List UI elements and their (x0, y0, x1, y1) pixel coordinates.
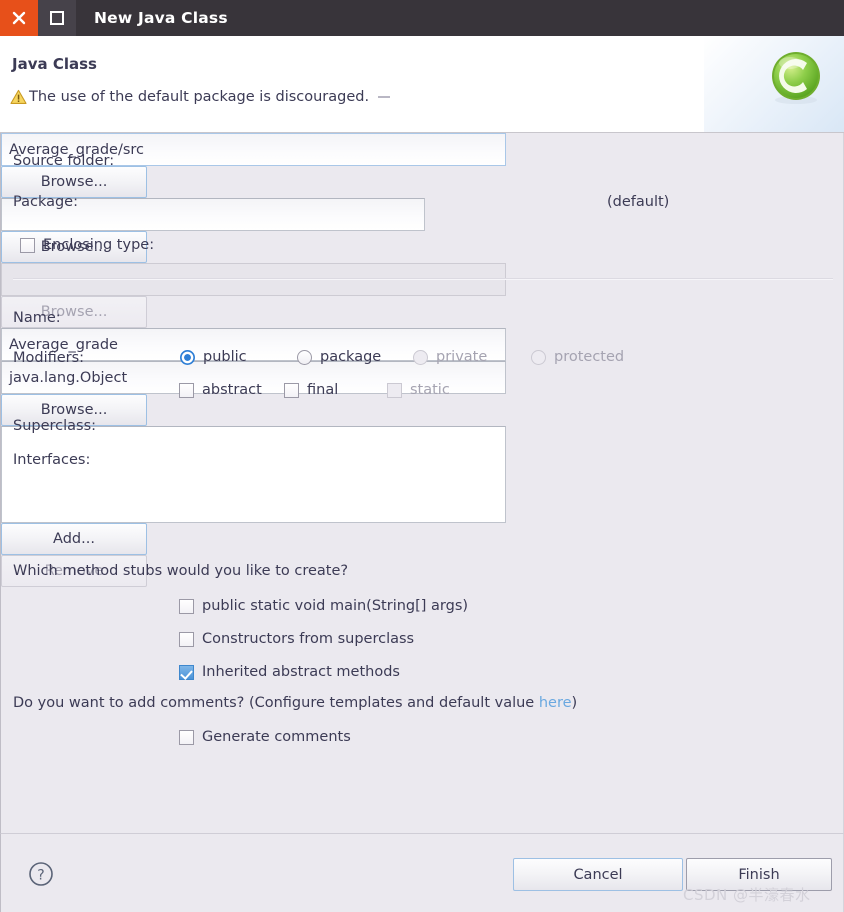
close-button[interactable] (0, 0, 38, 36)
generate-comments-checkbox-label: Generate comments (202, 729, 351, 745)
modifiers-label: Modifiers: (13, 350, 85, 366)
package-label: Package: (13, 194, 78, 210)
help-question-icon[interactable]: ? (28, 861, 54, 887)
warning-triangle-icon (10, 89, 27, 104)
interfaces-label: Interfaces: (13, 452, 91, 468)
title-bar: New Java Class (0, 0, 844, 36)
name-label: Name: (13, 310, 61, 326)
superclass-label: Superclass: (13, 418, 97, 434)
modifier-checkbox-final[interactable]: final (284, 382, 338, 398)
modifier-radio-protected: protected (531, 349, 624, 365)
interfaces-list[interactable] (1, 426, 506, 523)
modifier-checkbox-static: static (387, 382, 450, 398)
generate-comments-checkbox[interactable]: Generate comments (179, 729, 351, 745)
method-stubs-question: Which method stubs would you like to cre… (13, 563, 349, 579)
source-folder-label: Source folder: (13, 153, 115, 169)
cancel-button[interactable]: Cancel (513, 858, 683, 891)
modifier-radio-package[interactable]: package (297, 349, 381, 365)
private-radio-label: private (436, 349, 488, 365)
comments-question: Do you want to add comments? (Configure … (13, 695, 577, 711)
final-checkbox-label: final (307, 382, 339, 398)
abstract-checkbox-label: abstract (202, 382, 262, 398)
header-title: Java Class (12, 55, 97, 73)
close-x-icon (12, 11, 26, 25)
new-java-class-dialog: New Java Class Java Class The use of the… (0, 0, 844, 912)
stub-checkbox-inherited[interactable]: Inherited abstract methods (179, 664, 400, 680)
abstract-checkbox-box (179, 382, 194, 398)
header-message: The use of the default package is discou… (29, 89, 370, 105)
static-checkbox-label: static (410, 382, 450, 398)
public-radio-circle (180, 349, 195, 365)
superclass-label-row: Superclass: (13, 418, 96, 434)
stub-checkbox-main[interactable]: public static void main(String[] args) (179, 598, 468, 614)
configure-templates-link[interactable]: here (539, 695, 572, 711)
package-default-label: (default) (607, 194, 670, 210)
constructors-checkbox-label: Constructors from superclass (202, 631, 415, 647)
inherited-abstract-checkbox-box (179, 664, 194, 680)
dialog-body: Source folder: Average_grade/src Browse.… (0, 133, 844, 833)
protected-radio-circle (531, 349, 546, 365)
public-radio-label: public (203, 349, 247, 365)
csdn-watermark: CSDN @半濠春水 (683, 886, 811, 904)
main-method-checkbox-box (179, 598, 194, 614)
interfaces-label-row: Interfaces: (13, 452, 90, 468)
enclosing-type-label: Enclosing type: (43, 237, 155, 253)
private-radio-circle (413, 349, 428, 365)
modifier-checkbox-abstract[interactable]: abstract (179, 382, 262, 398)
maximize-square-icon (50, 11, 64, 25)
enclosing-type-checkbox[interactable]: Enclosing type: (20, 237, 154, 253)
java-class-green-c-icon (772, 52, 820, 104)
inherited-abstract-checkbox-label: Inherited abstract methods (202, 664, 400, 680)
constructors-checkbox-box (179, 631, 194, 647)
section-separator-1 (13, 278, 833, 280)
name-label-row: Name: (13, 310, 61, 326)
package-radio-circle (297, 349, 312, 365)
dialog-header: Java Class The use of the default packag… (0, 36, 844, 133)
modifier-radio-private: private (413, 349, 487, 365)
enclosing-type-checkbox-box (20, 237, 35, 253)
svg-text:?: ? (37, 868, 44, 884)
final-checkbox-box (284, 382, 299, 398)
generate-comments-checkbox-box (179, 729, 194, 745)
package-label-row: Package: (13, 194, 78, 210)
header-message-underline (378, 96, 391, 98)
comments-question-before: Do you want to add comments? (Configure … (13, 695, 539, 711)
header-message-row: The use of the default package is discou… (10, 89, 391, 105)
comments-question-after: ) (571, 695, 578, 711)
interfaces-add-button[interactable]: Add... (1, 523, 147, 555)
protected-radio-label: protected (554, 349, 625, 365)
static-checkbox-box (387, 382, 402, 398)
modifier-radio-public[interactable]: public (180, 349, 247, 365)
main-method-checkbox-label: public static void main(String[] args) (202, 598, 469, 614)
maximize-button[interactable] (38, 0, 76, 36)
stub-checkbox-constructors[interactable]: Constructors from superclass (179, 631, 414, 647)
source-folder-label-row: Source folder: (13, 153, 114, 169)
package-radio-label: package (320, 349, 382, 365)
modifiers-label-row: Modifiers: (13, 350, 84, 366)
window-title: New Java Class (94, 9, 228, 27)
